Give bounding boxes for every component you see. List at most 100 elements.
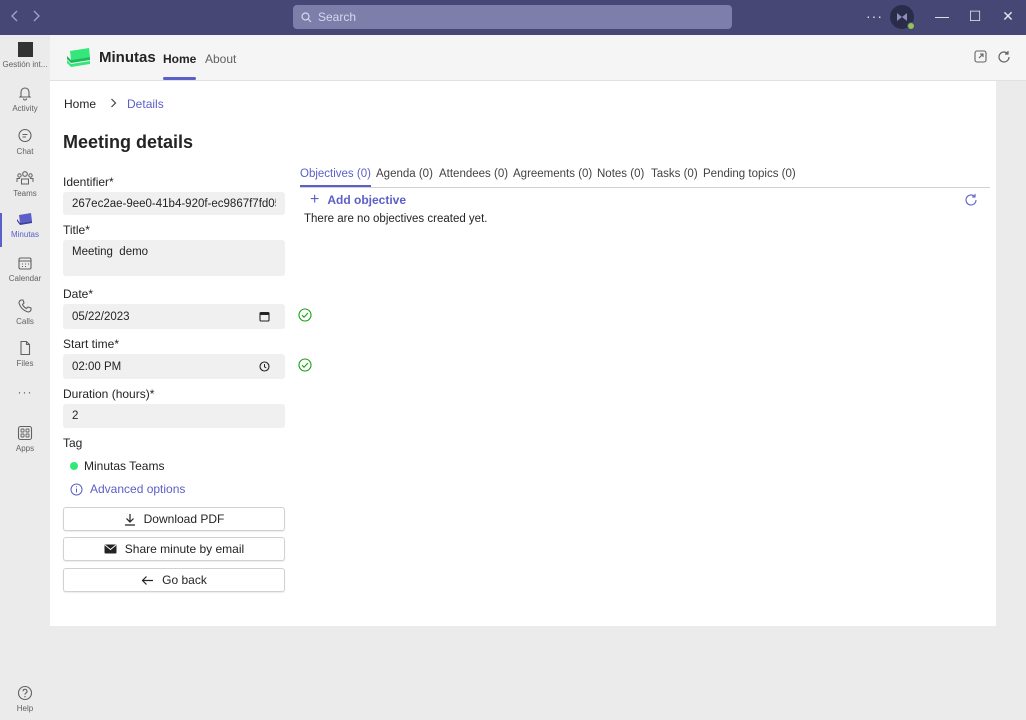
download-pdf-button[interactable]: Download PDF <box>63 507 285 531</box>
rail-label: Teams <box>13 189 37 198</box>
chevron-right-icon <box>110 97 117 111</box>
rail-label: Gestión int... <box>2 60 48 69</box>
identifier-value: 267ec2ae-9ee0-41b4-920f-ec9867f7fd05 <box>72 197 276 210</box>
check-circle-icon <box>298 308 312 325</box>
tag-item[interactable]: Minutas Teams <box>70 459 164 473</box>
more-icon: ··· <box>17 385 33 399</box>
maximize-button[interactable]: ☐ <box>965 8 985 25</box>
start-time-value: 02:00 PM <box>72 360 122 373</box>
main-content: Home Details Meeting details Identifier*… <box>50 81 996 626</box>
rail-label: Files <box>16 359 34 368</box>
info-icon <box>70 483 83 495</box>
add-objective-label: Add objective <box>327 193 407 207</box>
search-input[interactable]: Search <box>293 5 732 29</box>
breadcrumb-current: Details <box>127 97 164 111</box>
clock-icon[interactable] <box>259 361 270 372</box>
rail-label: Activity <box>12 104 38 113</box>
start-time-field[interactable]: 02:00 PM <box>63 354 312 379</box>
rail-item-chat[interactable]: Chat <box>0 128 50 168</box>
phone-icon <box>18 299 32 313</box>
rail-item-apps[interactable]: Apps <box>0 425 50 465</box>
identifier-field[interactable]: 267ec2ae-9ee0-41b4-920f-ec9867f7fd05 <box>63 192 285 215</box>
date-label: Date* <box>63 287 94 301</box>
user-avatar-icon <box>897 13 907 21</box>
start-time-label: Start time* <box>63 337 120 351</box>
rail-label: Help <box>16 704 34 713</box>
tab-notes[interactable]: Notes (0) <box>597 168 644 180</box>
forward-arrow-icon[interactable] <box>31 9 41 25</box>
rail-item-teams[interactable]: Teams <box>0 170 50 210</box>
tag-label: Tag <box>63 436 83 450</box>
calendar-picker-icon[interactable] <box>259 311 270 322</box>
title-bar: Search ··· — ☐ ✕ <box>0 0 1026 35</box>
file-icon <box>20 340 31 356</box>
presence-badge <box>907 22 915 30</box>
title-value: Meeting demo <box>72 246 149 258</box>
arrow-left-icon <box>141 575 154 585</box>
org-square-icon <box>17 42 33 57</box>
rail-label: Minutas <box>10 230 39 239</box>
close-button[interactable]: ✕ <box>998 8 1018 25</box>
tab-about[interactable]: About <box>205 52 236 66</box>
go-back-button[interactable]: Go back <box>63 568 285 592</box>
chat-icon <box>18 128 32 143</box>
rail-label: Calls <box>16 317 34 326</box>
apps-icon <box>17 425 33 441</box>
title-label: Title* <box>63 223 90 237</box>
tab-attendees[interactable]: Attendees (0) <box>439 168 508 180</box>
duration-label: Duration (hours)* <box>63 387 155 401</box>
rail-item-help[interactable]: Help <box>0 685 50 720</box>
search-placeholder: Search <box>318 10 357 24</box>
help-icon <box>17 685 33 701</box>
breadcrumb: Home Details <box>64 97 164 111</box>
rail-item-org[interactable]: Gestión int... <box>0 42 50 82</box>
bell-icon <box>18 87 32 101</box>
reload-icon[interactable] <box>997 50 1011 67</box>
tab-agenda[interactable]: Agenda (0) <box>376 168 433 180</box>
tab-tasks[interactable]: Tasks (0) <box>651 168 698 180</box>
avatar[interactable] <box>890 5 915 30</box>
tag-color-dot <box>70 462 78 470</box>
advanced-options-link[interactable]: Advanced options <box>70 482 185 496</box>
minutas-logo-icon <box>66 47 92 70</box>
teams-icon <box>16 171 34 185</box>
calendar-icon <box>18 257 32 270</box>
date-field[interactable]: 05/22/2023 <box>63 304 312 329</box>
tab-pending-topics[interactable]: Pending topics (0) <box>703 168 796 180</box>
download-pdf-label: Download PDF <box>143 512 225 526</box>
rail-label: Chat <box>16 147 34 156</box>
back-arrow-icon[interactable] <box>10 9 20 25</box>
refresh-icon[interactable] <box>964 193 978 210</box>
tab-agreements[interactable]: Agreements (0) <box>513 168 592 180</box>
breadcrumb-home[interactable]: Home <box>64 97 96 111</box>
tab-home[interactable]: Home <box>163 52 197 80</box>
share-email-button[interactable]: Share minute by email <box>63 537 285 561</box>
duration-value: 2 <box>72 410 79 422</box>
plus-icon: + <box>310 191 320 208</box>
empty-objectives-message: There are no objectives created yet. <box>304 213 488 225</box>
rail-label: Apps <box>15 444 35 453</box>
identifier-label: Identifier* <box>63 175 114 189</box>
rail-item-more[interactable]: ··· <box>0 385 50 425</box>
share-email-label: Share minute by email <box>124 542 245 556</box>
page-title: Meeting details <box>63 132 194 152</box>
rail-item-activity[interactable]: Activity <box>0 85 50 125</box>
rail-item-calls[interactable]: Calls <box>0 298 50 338</box>
app-header: Minutas Home About <box>50 35 1026 81</box>
rail-item-files[interactable]: Files <box>0 340 50 380</box>
minimize-button[interactable]: — <box>932 8 952 24</box>
duration-field[interactable]: 2 <box>63 404 285 428</box>
minutas-icon <box>17 213 32 225</box>
tab-objectives[interactable]: Objectives (0) <box>300 168 371 187</box>
rail-item-minutas[interactable]: Minutas <box>0 211 50 251</box>
rail-item-calendar[interactable]: Calendar <box>0 255 50 295</box>
add-objective-button[interactable]: + Add objective <box>310 191 407 208</box>
advanced-options-label: Advanced options <box>90 482 186 496</box>
go-back-label: Go back <box>162 573 207 587</box>
search-icon <box>301 11 312 22</box>
download-icon <box>124 513 135 526</box>
rail-label: Calendar <box>8 274 42 283</box>
popout-icon[interactable] <box>974 50 987 66</box>
title-field[interactable]: Meeting demo <box>63 240 285 276</box>
more-options-icon[interactable]: ··· <box>866 8 883 24</box>
